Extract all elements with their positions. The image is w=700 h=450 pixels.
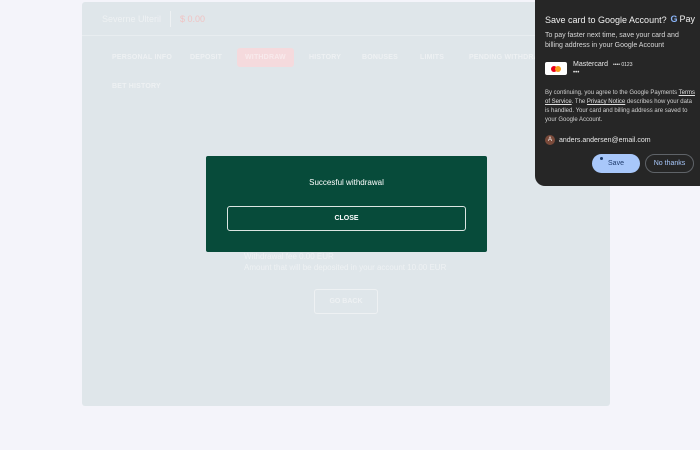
card-expiry: ••• <box>573 70 580 76</box>
card-number: •••• 0123 <box>612 62 633 68</box>
legal-text: By continuing, you agree to the Google P… <box>545 89 697 125</box>
popup-description: To pay faster next time, save your card … <box>545 32 679 49</box>
legal-prefix: By continuing, you agree to the Google P… <box>545 90 678 96</box>
account-name: Severne Ulteril <box>102 13 162 24</box>
mouse-cursor <box>600 157 603 160</box>
deposit-amount-text: Amount that will be deposited in your ac… <box>244 263 447 272</box>
tab-withdraw[interactable]: WITHDRAW <box>237 48 294 67</box>
success-modal: Succesful withdrawal CLOSE <box>206 156 487 252</box>
popup-title: Save card to Google Account? <box>545 15 667 25</box>
account-email: anders.andersen@email.com <box>559 136 651 144</box>
google-pay-logo-text: Pay <box>679 14 695 24</box>
header-divider <box>170 10 172 27</box>
legal-middle: . The <box>571 99 587 105</box>
card-details: Mastercard •••• 0123 ••• <box>573 61 632 77</box>
withdrawal-fee-text: Withdrawal fee 0.00 EUR <box>244 252 334 261</box>
go-back-button[interactable]: GO BACK <box>314 289 378 314</box>
modal-message: Succesful withdrawal <box>309 178 384 187</box>
google-g-icon: G <box>670 14 678 24</box>
account-tabs: PERSONAL INFO DEPOSIT WITHDRAW HISTORY B… <box>82 36 610 112</box>
google-account-row: A anders.andersen@email.com <box>545 135 651 145</box>
google-pay-save-card-popup: Save card to Google Account? G Pay To pa… <box>535 0 700 186</box>
avatar: A <box>545 135 555 145</box>
tab-deposit[interactable]: DEPOSIT <box>190 54 222 61</box>
card-brand: Mastercard <box>573 61 609 68</box>
privacy-notice-link[interactable]: Privacy Notice <box>587 99 625 105</box>
tab-limits[interactable]: LIMITS <box>420 54 444 61</box>
tab-history[interactable]: HISTORY <box>309 54 341 61</box>
tab-bet-history[interactable]: BET HISTORY <box>112 83 161 90</box>
no-thanks-button[interactable]: No thanks <box>645 154 694 173</box>
tab-personal-info[interactable]: PERSONAL INFO <box>112 54 172 61</box>
mastercard-yellow-circle <box>555 65 561 72</box>
close-button[interactable]: CLOSE <box>227 206 466 231</box>
card-summary: Mastercard •••• 0123 ••• <box>545 61 632 77</box>
tab-bonuses[interactable]: BONUSES <box>362 54 398 61</box>
account-header: Severne Ulteril $ 0.00 <box>82 2 610 36</box>
account-balance: $ 0.00 <box>180 13 206 24</box>
google-pay-logo: G Pay <box>670 14 695 24</box>
mastercard-icon <box>545 62 567 75</box>
